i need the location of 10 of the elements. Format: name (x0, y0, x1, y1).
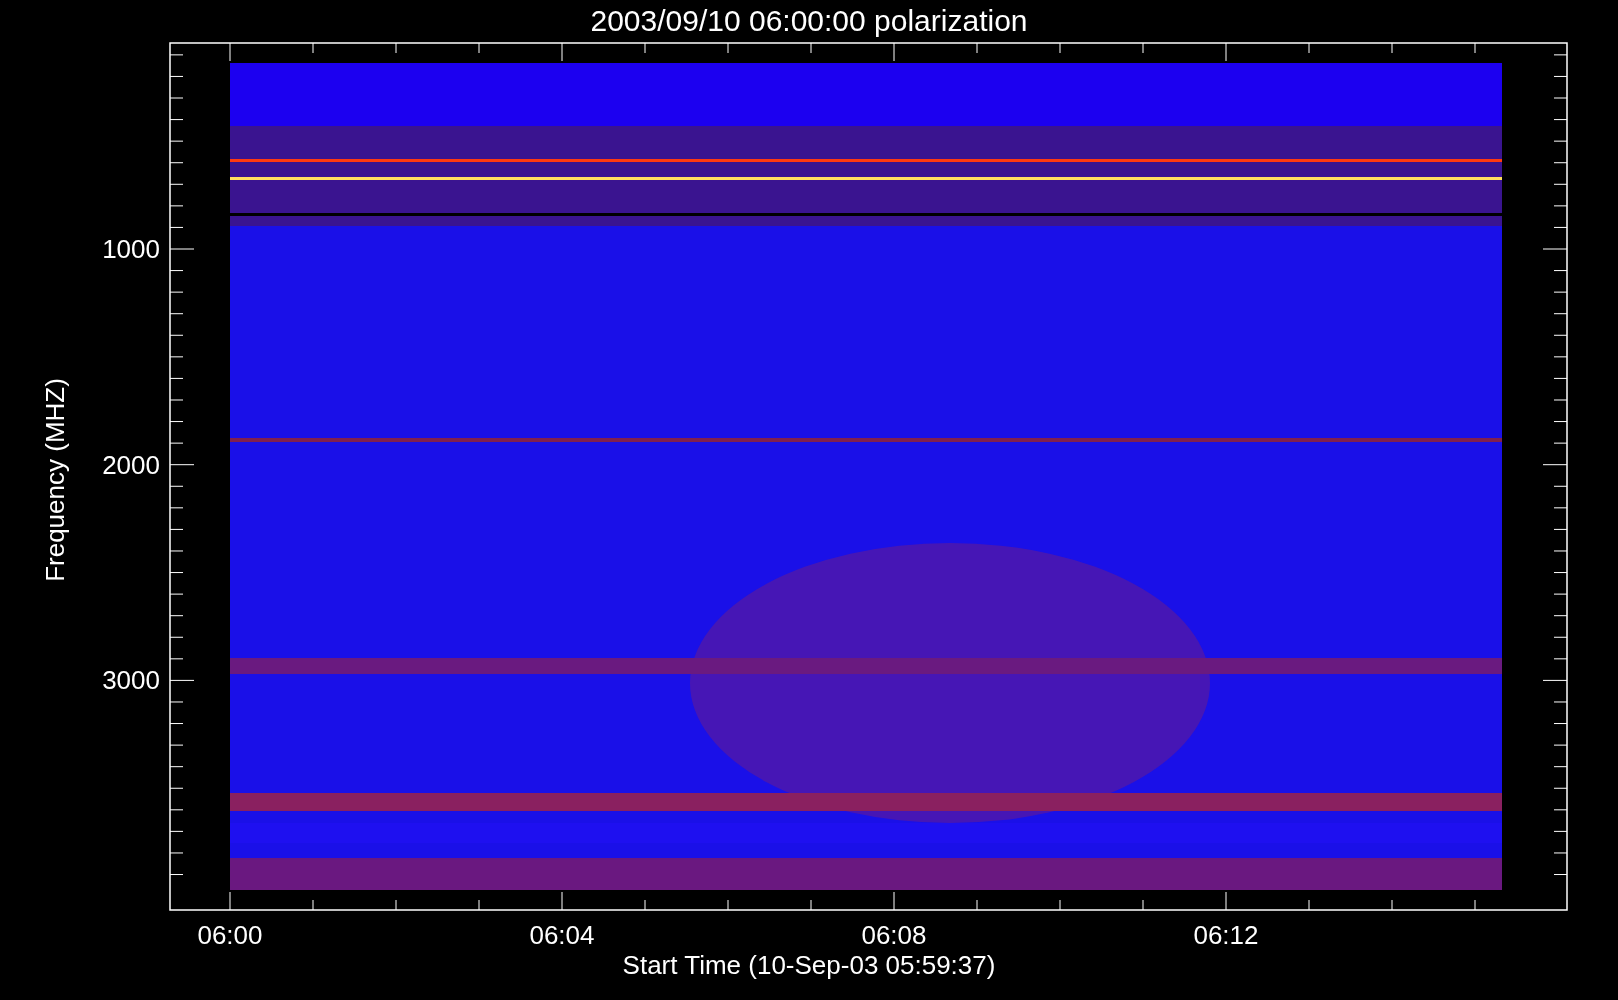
tick-label: 06:08 (861, 920, 927, 950)
tick-label: 06:00 (197, 920, 263, 950)
axis-label: Frequency (MHZ) (40, 378, 70, 582)
tick-label: 06:04 (529, 920, 595, 950)
axis-label: Start Time (10-Sep-03 05:59:37) (622, 950, 996, 980)
tick-label: 2000 (102, 449, 160, 480)
plot-title: 2003/09/10 06:00:00 polarization (590, 4, 1028, 37)
tick-label: 06:12 (1193, 920, 1259, 950)
tick-label: 1000 (102, 234, 160, 264)
tick-label: 3000 (102, 665, 160, 696)
